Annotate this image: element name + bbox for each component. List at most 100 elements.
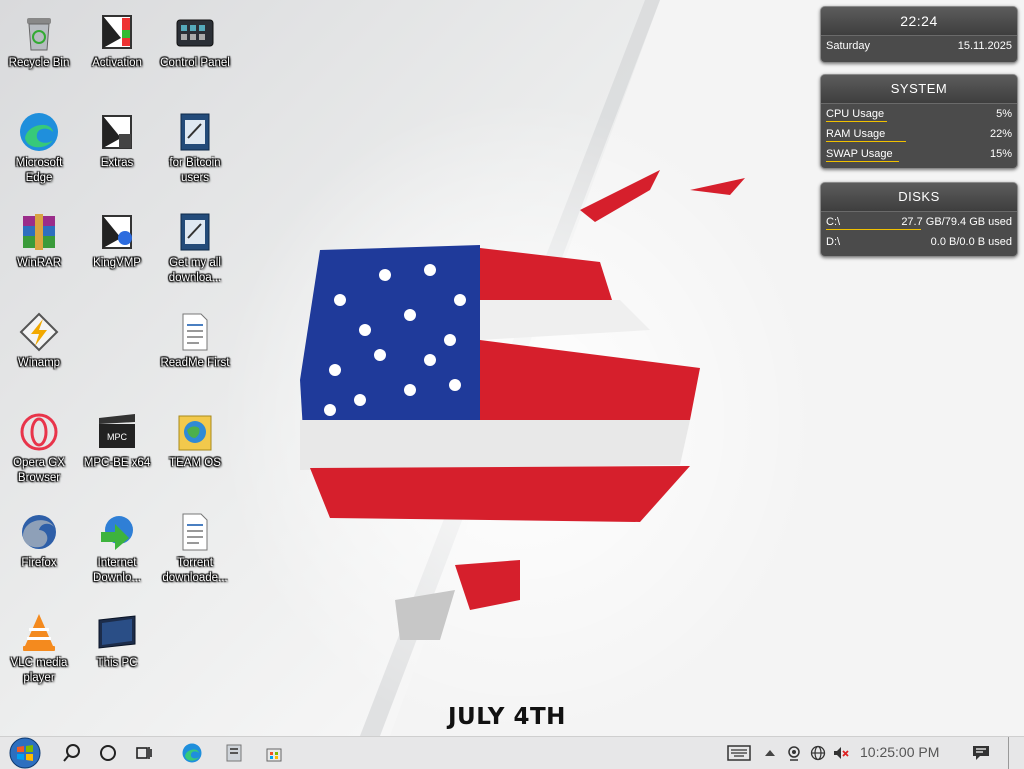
monitor-icon	[98, 615, 136, 649]
clock-widget-time: 22:24	[821, 7, 1017, 36]
desktop-icon-winrar[interactable]: WinRAR	[1, 202, 77, 298]
vlc-icon	[23, 614, 55, 651]
desktop-icon-firefox[interactable]: Firefox	[1, 502, 77, 598]
recycle-bin-icon	[27, 18, 51, 51]
keyboard-icon	[727, 745, 751, 761]
usage-bar	[826, 229, 921, 230]
system-row-swap: SWAP Usage 15%	[821, 144, 1017, 164]
notepad-icon	[180, 113, 210, 151]
usage-bar	[826, 121, 887, 122]
system-row-cpu: CPU Usage 5%	[821, 104, 1017, 124]
desktop-icon-readme-first[interactable]: ReadMe First	[157, 302, 233, 398]
desktop-icon-winamp[interactable]: Winamp	[1, 302, 77, 398]
desktop-icon-vlc[interactable]: VLC media player	[1, 602, 77, 698]
winamp-icon	[19, 312, 59, 352]
show-desktop-button[interactable]	[1008, 737, 1023, 769]
store-icon	[266, 748, 282, 762]
desktop-icon-label: KingVMP	[93, 257, 141, 269]
search-icon	[63, 744, 80, 762]
desktop-icon-torrent-downloader[interactable]: Torrent downloade...	[157, 502, 233, 598]
usage-bar	[826, 141, 906, 142]
system-row-value: 5%	[996, 108, 1012, 120]
tray-webcam[interactable]	[784, 737, 804, 769]
winrar-icon	[23, 214, 55, 250]
control-panel-icon	[176, 19, 214, 47]
volume-muted-icon	[834, 747, 849, 759]
desktop-icon-team-os[interactable]: TEAM OS	[157, 402, 233, 498]
action-center-button[interactable]	[966, 737, 996, 769]
desktop-icon-label: Opera GX Browser	[13, 457, 65, 484]
clock-widget-day: Saturday	[826, 40, 871, 52]
document-icon	[182, 513, 208, 551]
desktop-icon-label: MPC-BE x64	[83, 457, 151, 469]
taskbar-edge[interactable]	[176, 737, 208, 769]
webcam-icon	[788, 746, 800, 761]
document-icon	[182, 313, 208, 351]
system-row-value: 22%	[989, 128, 1012, 140]
desktop-icon-this-pc[interactable]: This PC	[79, 602, 155, 698]
system-widget-title: SYSTEM	[821, 75, 1017, 104]
taskbar: 10:25:00 PM	[0, 736, 1024, 769]
desktop-icon-label: ReadMe First	[160, 357, 230, 369]
usage-bar	[826, 161, 899, 162]
desktop-icon-extras[interactable]: Extras	[79, 102, 155, 198]
cortana-circle-icon	[100, 745, 116, 761]
taskbar-file-explorer[interactable]	[218, 737, 250, 769]
notification-icon	[973, 746, 989, 760]
desktop-icon-label: Get my all downloa...	[168, 257, 222, 284]
show-hidden-icons-button[interactable]	[760, 737, 780, 769]
desktop-icon-control-panel[interactable]: Control Panel	[157, 2, 233, 98]
system-row-ram: RAM Usage 22%	[821, 124, 1017, 144]
task-view-button[interactable]	[130, 737, 158, 769]
desktop-icon-label: Microsoft Edge	[15, 157, 63, 184]
taskbar-store[interactable]	[258, 737, 290, 769]
desktop-icon-label: Torrent downloade...	[162, 557, 228, 584]
disk-row-d: D:\ 0.0 B/0.0 B used	[821, 232, 1017, 252]
desktop-icon-label: for Bitcoin users	[169, 157, 221, 184]
desktop-icon-label: This PC	[96, 657, 138, 669]
desktop-icon-label: VLC media player	[10, 657, 68, 684]
desktop-icon-get-my-all-downloads[interactable]: Get my all downloa...	[157, 202, 233, 298]
network-globe-icon	[810, 745, 826, 761]
desktop-icon-activation[interactable]: Activation	[79, 2, 155, 98]
idm-icon	[101, 516, 133, 550]
desktop-icon-label: Extras	[100, 157, 134, 169]
desktop-icon-internet-download-manager[interactable]: Internet Downlo...	[79, 502, 155, 598]
touch-keyboard-button[interactable]	[724, 737, 754, 769]
desktop-icon-for-bitcoin-users[interactable]: for Bitcoin users	[157, 102, 233, 198]
desktop-icon-microsoft-edge[interactable]: Microsoft Edge	[1, 102, 77, 198]
activation-icon	[102, 15, 132, 49]
desktop-icon-label: Recycle Bin	[8, 57, 70, 69]
desktop-icon-mpc-be[interactable]: MPC MPC-BE x64	[79, 402, 155, 498]
start-button[interactable]	[4, 737, 46, 769]
desktop-icon-recycle-bin[interactable]: Recycle Bin	[1, 2, 77, 98]
system-row-value: 15%	[989, 148, 1012, 160]
notepad-icon	[180, 213, 210, 251]
taskbar-clock[interactable]: 10:25:00 PM	[860, 737, 939, 769]
cortana-button[interactable]	[94, 737, 122, 769]
clock-widget: 22:24 Saturday 15.11.2025	[820, 6, 1018, 63]
tray-network[interactable]	[808, 737, 828, 769]
desktop-icon-label: Winamp	[17, 357, 61, 369]
wallpaper-headline: JULY 4TH	[448, 704, 566, 730]
extras-icon	[102, 115, 132, 149]
desktop-icon-label: WinRAR	[16, 257, 62, 269]
start-orb-icon	[9, 737, 41, 769]
desktop-icon-label: Firefox	[21, 557, 57, 569]
team-os-icon	[178, 415, 212, 451]
disks-widget: DISKS C:\ 27.7 GB/79.4 GB used D:\ 0.0 B…	[820, 182, 1018, 257]
desktop-icon-kingvmp[interactable]: KingVMP	[79, 202, 155, 298]
firefox-icon	[22, 515, 56, 549]
desktop-icon-label: TEAM OS	[169, 457, 221, 469]
edge-icon	[182, 743, 202, 763]
disk-row-value: 0.0 B/0.0 B used	[930, 236, 1012, 248]
disks-widget-title: DISKS	[821, 183, 1017, 212]
clock-widget-date: 15.11.2025	[957, 40, 1012, 52]
desktop-icon-label: Activation	[92, 57, 142, 69]
desktop-icon-opera-gx[interactable]: Opera GX Browser	[1, 402, 77, 498]
tray-volume[interactable]	[830, 737, 852, 769]
task-view-icon	[136, 747, 152, 759]
file-explorer-icon	[226, 744, 242, 762]
desktop-icon-label: Control Panel	[160, 57, 230, 69]
search-button[interactable]	[58, 737, 86, 769]
